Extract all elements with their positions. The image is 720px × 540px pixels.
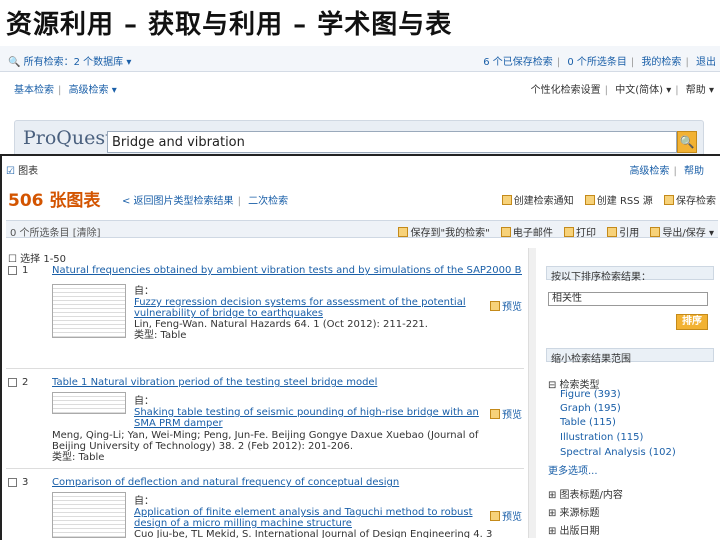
- export-save-button[interactable]: 导出/保存 ▾: [650, 227, 714, 239]
- folder-icon: [398, 227, 409, 237]
- email-icon: [500, 227, 511, 237]
- record-type: 类型: Table: [52, 452, 105, 463]
- citation: Cuo Jiu-be, TL Mekid, S. International J…: [134, 529, 493, 538]
- create-alert-button[interactable]: 创建检索通知: [501, 195, 574, 207]
- print-button[interactable]: 打印: [564, 227, 596, 239]
- source-title-link[interactable]: Shaking table testing of seismic poundin…: [134, 407, 494, 429]
- citation: Meng, Qing-Li; Yan, Wei-Ming; Peng, Jun-…: [52, 430, 479, 452]
- result-meta: 自： Fuzzy regression decision systems for…: [134, 286, 494, 341]
- results-list: ☐ 选择 1-50 1 Natural frequencies obtained…: [6, 248, 526, 538]
- search-button[interactable]: 🔍: [677, 131, 697, 153]
- selected-count[interactable]: 0 个所选条目 [清除]: [10, 224, 101, 239]
- select-range-checkbox[interactable]: ☐: [8, 254, 17, 265]
- result-count: 506 张图表: [8, 191, 101, 211]
- result-thumbnail[interactable]: [52, 492, 126, 538]
- preview-link[interactable]: 预览: [490, 406, 522, 421]
- facet-source-toggle[interactable]: ⊞ 来源标题: [548, 504, 600, 519]
- rss-icon: [584, 195, 595, 205]
- divider: [6, 468, 524, 469]
- search-input[interactable]: [107, 131, 677, 153]
- help-link[interactable]: 帮助 ▾: [686, 85, 714, 96]
- figures-checkbox[interactable]: ☑: [6, 166, 15, 177]
- results-scrollbar[interactable]: [528, 248, 536, 538]
- sort-select[interactable]: 相关性: [548, 292, 708, 306]
- facet-spectral-analysis[interactable]: Spectral Analysis (102): [560, 447, 676, 458]
- narrow-results-header: 缩小检索结果范围: [546, 348, 714, 365]
- back-to-results-link[interactable]: < 返回图片类型检索结果: [122, 196, 234, 207]
- sort-header: 按以下排序检索结果：: [546, 266, 714, 283]
- search-header: ProQuest 🔍: [14, 120, 704, 158]
- result-title-link[interactable]: Comparison of deflection and natural fre…: [52, 477, 522, 488]
- logout-link[interactable]: 退出: [696, 57, 716, 68]
- citation: Lin, Feng-Wan. Natural Hazards 64. 1 (Oc…: [134, 319, 428, 330]
- result-citation: Meng, Qing-Li; Yan, Wei-Ming; Peng, Jun-…: [52, 430, 492, 463]
- refine-search-link[interactable]: 二次检索: [248, 196, 288, 207]
- my-research-link[interactable]: 我的检索: [641, 57, 681, 68]
- source-title-link[interactable]: Fuzzy regression decision systems for as…: [134, 297, 494, 319]
- preview-link[interactable]: 预览: [490, 508, 522, 523]
- facet-caption-toggle[interactable]: ⊞ 图表标题/内容: [548, 486, 623, 501]
- mail-icon: [501, 195, 512, 205]
- facet-date-toggle[interactable]: ⊞ 出版日期: [548, 522, 600, 537]
- preview-icon: [490, 301, 500, 311]
- facet-table[interactable]: Table (115): [560, 417, 616, 428]
- result-checkbox[interactable]: [8, 266, 17, 275]
- more-options-link[interactable]: 更多选项...: [548, 462, 598, 477]
- select-range[interactable]: ☐ 选择 1-50: [8, 250, 66, 265]
- result-thumbnail[interactable]: [52, 284, 126, 338]
- all-databases-link[interactable]: 🔍 所有检索：2 个数据库 ▾: [8, 53, 131, 68]
- preview-link[interactable]: 预览: [490, 298, 522, 313]
- search-icon: 🔍: [679, 135, 695, 149]
- advanced-search-link-2[interactable]: 高级检索: [629, 166, 669, 177]
- figures-checkbox-label: 图表: [18, 166, 39, 177]
- save-icon: [664, 195, 674, 205]
- sort-button[interactable]: 排序: [676, 314, 708, 330]
- filter-row: ☑ 图表 高级检索 | 帮助: [6, 166, 704, 177]
- saved-searches-link[interactable]: 6 个已保存检索: [483, 57, 553, 68]
- create-rss-button[interactable]: 创建 RSS 源: [584, 195, 653, 207]
- save-to-my-research-button[interactable]: 保存到"我的检索": [398, 227, 490, 239]
- basic-search-link[interactable]: 基本检索: [14, 85, 54, 96]
- result-checkbox[interactable]: [8, 478, 17, 487]
- email-button[interactable]: 电子邮件: [500, 227, 553, 239]
- result-meta: 自： Application of finite element analysi…: [134, 496, 494, 538]
- export-icon: [650, 227, 661, 237]
- top-right-links: 6 个已保存检索 | 0 个所选条目 | 我的检索 | 退出: [483, 57, 716, 68]
- proquest-logo: ProQuest: [23, 127, 113, 149]
- right-sidebar: 按以下排序检索结果： 相关性 排序 缩小检索结果范围 ⊟ 检索类型 Figure…: [540, 248, 716, 538]
- results-header: 506 张图表 < 返回图片类型检索结果 | 二次检索 创建检索通知 创建 RSS…: [6, 186, 718, 211]
- language-select[interactable]: 中文(简体) ▾: [615, 85, 671, 96]
- facet-illustration[interactable]: Illustration (115): [560, 432, 643, 443]
- result-number: 1: [22, 265, 29, 276]
- facet-graph[interactable]: Graph (195): [560, 403, 621, 414]
- help-link-2[interactable]: 帮助: [684, 166, 704, 177]
- cite-button[interactable]: 引用: [607, 227, 639, 239]
- divider: [6, 368, 524, 369]
- sub-nav-bar: 基本检索 | 高级检索 ▾ 个性化检索设置 | 中文(简体) ▾ | 帮助 ▾: [14, 85, 714, 96]
- results-toolbar: 0 个所选条目 [清除] 保存到"我的检索" 电子邮件 打印 引用 导出/保存 …: [6, 220, 718, 239]
- result-meta: 自： Shaking table testing of seismic poun…: [134, 396, 494, 429]
- result-title-link[interactable]: Natural frequencies obtained by ambient …: [52, 265, 522, 276]
- source-title-link[interactable]: Application of finite element analysis a…: [134, 507, 494, 529]
- result-thumbnail[interactable]: [52, 392, 126, 414]
- top-nav-bar: 🔍 所有检索：2 个数据库 ▾ 6 个已保存检索 | 0 个所选条目 | 我的检索 |…: [0, 46, 720, 72]
- result-number: 3: [22, 477, 29, 488]
- preview-icon: [490, 409, 500, 419]
- slide-title: 资源利用 – 获取与利用 – 学术图与表: [6, 10, 453, 40]
- result-number: 2: [22, 377, 29, 388]
- preferences-link[interactable]: 个性化检索设置: [531, 85, 601, 96]
- print-icon: [564, 227, 575, 237]
- save-search-button[interactable]: 保存检索: [664, 195, 716, 207]
- result-title-link[interactable]: Table 1 Natural vibration period of the …: [52, 377, 522, 388]
- advanced-search-link[interactable]: 高级检索 ▾: [69, 85, 117, 96]
- selected-items-link[interactable]: 0 个所选条目: [567, 57, 627, 68]
- cite-icon: [607, 227, 618, 237]
- record-type: 类型: Table: [134, 330, 187, 341]
- preview-icon: [490, 511, 500, 521]
- facet-figure[interactable]: Figure (393): [560, 389, 621, 400]
- result-checkbox[interactable]: [8, 378, 17, 387]
